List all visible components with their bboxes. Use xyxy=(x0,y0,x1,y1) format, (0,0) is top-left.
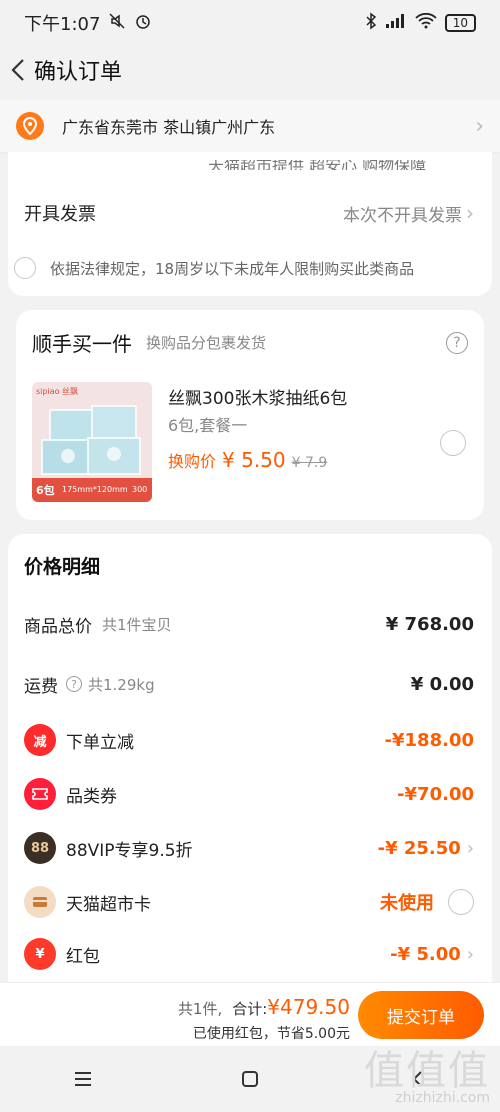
vip-discount-row[interactable]: 88 88VIP专享9.5折 -¥ 25.50 › xyxy=(24,832,474,864)
chevron-right-icon: › xyxy=(475,113,484,139)
supermarket-card-row[interactable]: 天猫超市卡 未使用 xyxy=(24,886,474,918)
age-consent-row[interactable]: 依据法律规定，18周岁以下未成年人限制购买此类商品 xyxy=(14,252,482,284)
subtotal-row: 商品总价 共1件宝贝 ¥ 768.00 xyxy=(24,608,474,640)
product-name: 丝飘300张木浆抽纸6包 xyxy=(168,389,348,409)
coupon-icon xyxy=(24,778,56,810)
subtotal-label: 商品总价 xyxy=(24,616,92,637)
age-consent-checkbox[interactable] xyxy=(14,257,36,279)
shipping-value: ¥ 0.00 xyxy=(410,673,474,695)
mute-icon xyxy=(108,12,126,35)
age-consent-text: 依据法律规定，18周岁以下未成年人限制购买此类商品 xyxy=(50,259,415,278)
subtotal-value: ¥ 768.00 xyxy=(385,613,474,635)
help-icon[interactable]: ? xyxy=(446,331,468,354)
addon-card: 顺手买一件 换购品分包裹发货 ? sipiao 丝飘 6包 175mm*120m… xyxy=(16,310,484,520)
menu-icon[interactable] xyxy=(63,1059,103,1099)
checkout-bar: 共1件, 合计: ¥479.50 已使用红包，节省5.00元 提交订单 xyxy=(0,982,500,1046)
item-count-label: 共1件, xyxy=(177,1000,223,1018)
watermark: 值值值 zhizhizhi.com xyxy=(364,1038,490,1106)
invoice-row[interactable]: 开具发票 本次不开具发票 › xyxy=(24,194,474,232)
guarantee-text: 天猫超市提供 超安心 购物保障 xyxy=(208,156,427,170)
category-coupon-row[interactable]: 品类券 -¥70.00 xyxy=(24,778,474,810)
product-image[interactable]: sipiao 丝飘 6包 175mm*120mm 300 xyxy=(32,382,152,502)
system-nav-bar: 值值值 zhizhizhi.com xyxy=(0,1046,500,1112)
product-price-row: 换购价 ¥ 5.50 ¥ 7.9 xyxy=(168,448,327,472)
instant-discount-label: 下单立减 xyxy=(66,732,134,753)
price-detail-card: 价格明细 商品总价 共1件宝贝 ¥ 768.00 运费 ? 共1.29kg ¥ … xyxy=(8,534,492,982)
product-spec: 6包,套餐一 xyxy=(168,416,248,435)
location-pin-icon xyxy=(16,112,44,140)
item-count: 共1件宝贝 xyxy=(102,615,172,634)
addon-title: 顺手买一件 xyxy=(32,332,132,356)
addon-subtitle: 换购品分包裹发货 xyxy=(146,334,267,352)
page-title: 确认订单 xyxy=(34,60,123,85)
category-coupon-label: 品类券 xyxy=(66,786,117,807)
red-packet-icon: ¥ xyxy=(24,938,56,970)
help-icon[interactable]: ? xyxy=(66,676,82,692)
bluetooth-icon xyxy=(365,12,377,35)
watermark-logo: 值值值 xyxy=(364,1048,490,1094)
addon-select-radio[interactable] xyxy=(440,430,466,456)
battery-icon: 10 xyxy=(444,14,476,32)
swap-price-label: 换购价 xyxy=(168,452,217,471)
discount-icon: 减 xyxy=(24,724,56,756)
supermarket-card-radio[interactable] xyxy=(448,889,474,915)
address-text: 广东省东莞市 茶山镇广州广东 xyxy=(62,118,276,137)
status-bar: 下午1:07 10 xyxy=(0,0,500,46)
wifi-icon xyxy=(415,12,437,34)
invoice-value: 本次不开具发票 xyxy=(343,205,462,226)
total-label: 合计: xyxy=(232,1000,268,1018)
red-packet-label: 红包 xyxy=(66,946,100,967)
product-size-label: 175mm*120mm xyxy=(62,485,128,494)
instant-discount-value: -¥188.00 xyxy=(384,729,474,751)
vip-discount-value: -¥ 25.50 xyxy=(377,837,461,859)
home-icon[interactable] xyxy=(230,1059,270,1099)
product-brand-label: sipiao 丝飘 xyxy=(36,387,79,396)
chevron-right-icon: › xyxy=(466,943,474,965)
signal-icon xyxy=(385,13,407,34)
original-price: ¥ 7.9 xyxy=(291,455,328,471)
shipping-row: 运费 ? 共1.29kg ¥ 0.00 xyxy=(24,668,474,700)
shipping-weight: 共1.29kg xyxy=(88,675,155,694)
category-coupon-value: -¥70.00 xyxy=(397,783,474,805)
address-bar[interactable]: 广东省东莞市 茶山镇广州广东 › xyxy=(0,100,500,152)
vip-discount-label: 88VIP专享9.5折 xyxy=(66,840,193,861)
instant-discount-row: 减 下单立减 -¥188.00 xyxy=(24,724,474,756)
chevron-right-icon: › xyxy=(466,837,474,859)
back-arrow-icon[interactable] xyxy=(8,58,28,82)
supermarket-card-label: 天猫超市卡 xyxy=(66,894,151,915)
savings-text: 已使用红包，节省5.00元 xyxy=(192,1026,350,1042)
chevron-right-icon: › xyxy=(466,201,474,225)
product-count-label: 6包 xyxy=(36,484,55,497)
submit-order-button[interactable]: 提交订单 xyxy=(358,991,484,1039)
supermarket-card-value: 未使用 xyxy=(380,893,434,914)
product-sheets-label: 300 xyxy=(132,485,148,494)
vip-88-icon: 88 xyxy=(24,832,56,864)
order-options-card: 天猫超市提供 超安心 购物保障 开具发票 本次不开具发票 › 依据法律规定，18… xyxy=(8,152,492,296)
red-packet-value: -¥ 5.00 xyxy=(390,943,461,965)
swap-price: ¥ 5.50 xyxy=(222,448,286,472)
card-icon xyxy=(24,886,56,918)
shipping-label: 运费 xyxy=(24,676,58,697)
price-detail-title: 价格明细 xyxy=(24,556,101,578)
total-line: 共1件, 合计: ¥479.50 xyxy=(178,995,350,1019)
status-time: 下午1:07 xyxy=(24,14,101,35)
alarm-icon xyxy=(134,12,152,35)
red-packet-row[interactable]: ¥ 红包 -¥ 5.00 › xyxy=(24,938,474,970)
invoice-label: 开具发票 xyxy=(24,204,96,225)
nav-bar: 确认订单 xyxy=(0,46,500,94)
total-amount: ¥479.50 xyxy=(267,995,350,1019)
